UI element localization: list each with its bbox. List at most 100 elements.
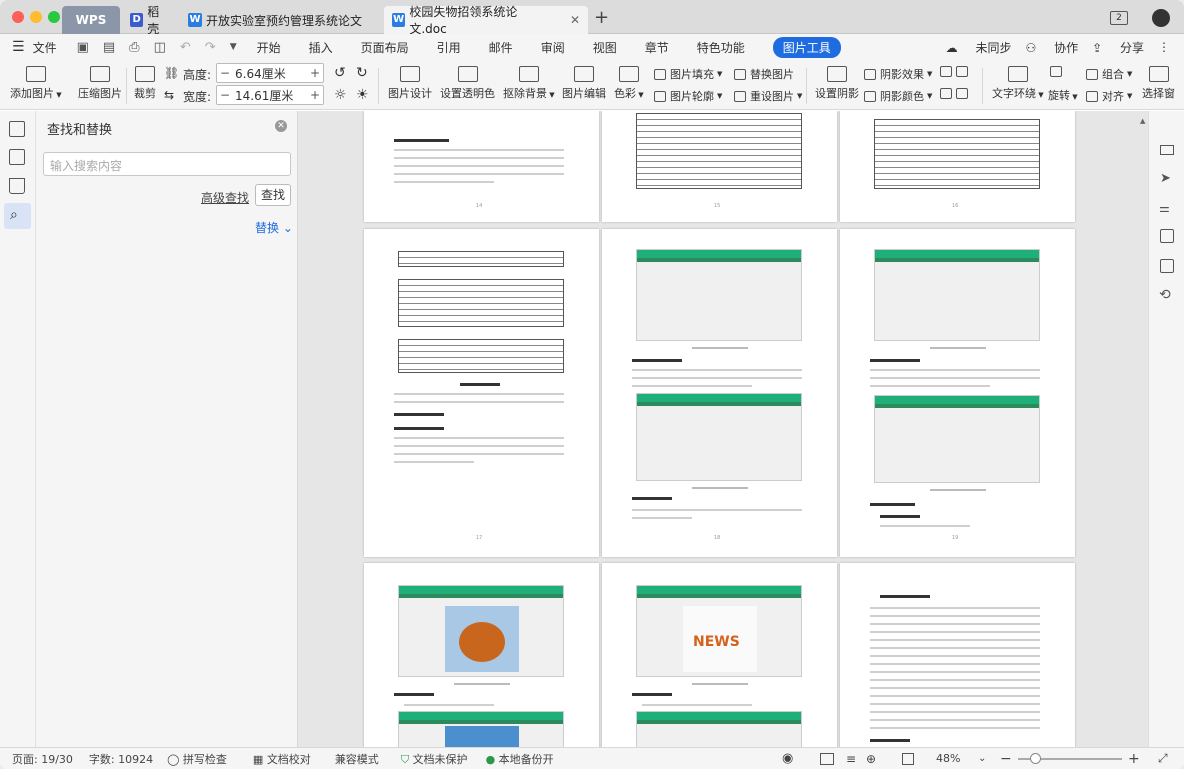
cursor-icon[interactable]: ➤ (1160, 171, 1171, 186)
tab-doc1[interactable]: W 开放实验室预约管理系统论文 (180, 6, 376, 34)
print-preview-icon[interactable]: ◫ (154, 40, 166, 55)
hamburger-icon[interactable]: ☰ (12, 39, 25, 55)
bookmark-icon[interactable] (9, 178, 25, 194)
screenshot-image[interactable] (398, 711, 564, 747)
set-transparent-button[interactable]: 设置透明色 (440, 66, 495, 101)
image-tools-icon[interactable] (1160, 259, 1174, 273)
minimize-window-button[interactable] (30, 11, 42, 23)
height-stepper[interactable]: −6.64厘米 + (216, 63, 324, 83)
page-view-icon[interactable] (820, 752, 834, 765)
width-minus-button[interactable]: − (217, 88, 233, 102)
lock-ratio-icon[interactable]: ⛓ (164, 66, 179, 80)
contrast-icon[interactable]: ☀ (356, 87, 369, 103)
screenshot-image[interactable] (398, 585, 564, 677)
image-panel-icon[interactable] (1160, 229, 1174, 243)
eye-icon[interactable]: ◉ (782, 751, 793, 766)
menu-file[interactable]: 文件 (33, 39, 57, 56)
close-window-button[interactable] (12, 11, 24, 23)
fit-page-icon[interactable] (902, 752, 914, 765)
avatar[interactable] (1152, 9, 1170, 27)
backup-status[interactable]: ● 本地备份开 (486, 751, 554, 767)
menu-references[interactable]: 引用 (437, 39, 461, 56)
undo-icon[interactable]: ↶ (180, 40, 191, 55)
page-count[interactable]: 页面: 19/30 (12, 751, 73, 767)
replace-image-button[interactable]: 替换图片 (734, 66, 794, 82)
close-icon[interactable]: ✕ (275, 120, 287, 132)
outline-view-icon[interactable]: ≡ (846, 752, 856, 766)
menu-features[interactable]: 特色功能 (697, 39, 745, 56)
zoom-slider-handle[interactable] (1030, 753, 1041, 764)
screenshot-image[interactable] (874, 249, 1040, 341)
tab-close-icon[interactable]: ✕ (570, 13, 580, 27)
brightness-icon[interactable]: ☼ (334, 87, 347, 103)
search-nav-button[interactable]: ⌕ (4, 203, 31, 229)
sync-status[interactable]: ☁ 未同步 (946, 39, 1012, 56)
zoom-out-button[interactable]: − (1000, 751, 1012, 767)
menu-home[interactable]: 开始 (257, 39, 281, 56)
tab-wps[interactable]: WPS (62, 6, 120, 34)
shadow-nudge-down-icon[interactable] (940, 88, 972, 99)
zoom-in-button[interactable]: + (1128, 751, 1140, 767)
redo-icon[interactable]: ↷ (205, 40, 216, 55)
image-outline-button[interactable]: 图片轮廓 ▼ (654, 88, 722, 104)
rotate-right-icon[interactable]: ↻ (356, 65, 368, 81)
crop-button[interactable]: 裁剪 (134, 66, 156, 101)
quick-access-dropdown-icon[interactable]: ▼ (230, 42, 237, 52)
bring-forward-icon[interactable] (1050, 66, 1066, 77)
height-minus-button[interactable]: − (217, 66, 233, 80)
tab-doc2[interactable]: W 校园失物招领系统论文.doc ✕ (384, 5, 588, 36)
web-view-icon[interactable]: ⊕ (866, 752, 876, 766)
shadow-color-button[interactable]: 阴影颜色 ▼ (864, 88, 932, 104)
save-icon[interactable]: ▣ (77, 40, 89, 55)
screenshot-image[interactable]: NEWS (636, 585, 802, 677)
shadow-effect-button[interactable]: 阴影效果 ▼ (864, 66, 932, 82)
spell-check-toggle[interactable]: ◯ 拼写检查 (167, 751, 227, 767)
fullscreen-icon[interactable]: ⤢ (1158, 751, 1168, 766)
selection-pane-button[interactable]: 选择窗 (1142, 66, 1175, 101)
remove-background-button[interactable]: 抠除背景 ▼ (503, 66, 555, 101)
find-button[interactable]: 查找 (255, 184, 291, 206)
replace-toggle[interactable]: 替换 ⌄ (255, 219, 293, 236)
history-icon[interactable]: ⟲ (1159, 287, 1171, 303)
menu-layout[interactable]: 页面布局 (361, 39, 409, 56)
vertical-scrollbar[interactable]: ▲ (1138, 111, 1148, 747)
image-edit-button[interactable]: 图片编辑 (562, 66, 606, 101)
share-button[interactable]: ⇪ 分享 (1092, 39, 1144, 56)
reset-size-icon[interactable]: ⇆ (164, 88, 174, 102)
advanced-find-link[interactable]: 高级查找 (201, 189, 249, 206)
doc-protect-status[interactable]: ⛉ 文档未保护 (401, 751, 468, 767)
edit-pen-icon[interactable] (1160, 145, 1174, 155)
new-tab-button[interactable]: + (594, 7, 609, 28)
menu-view[interactable]: 视图 (593, 39, 617, 56)
print-icon[interactable]: ⎙ (129, 40, 139, 55)
width-stepper[interactable]: −14.61厘米 + (216, 85, 324, 105)
set-shadow-button[interactable]: 设置阴影 (815, 66, 859, 101)
screenshot-image[interactable] (636, 249, 802, 341)
menu-review[interactable]: 审阅 (541, 39, 565, 56)
text-wrap-button[interactable]: 文字环绕 ▼ (992, 66, 1044, 101)
menu-insert[interactable]: 插入 (309, 39, 333, 56)
document-icon[interactable] (9, 121, 25, 137)
screenshot-image[interactable] (636, 711, 802, 747)
collab-button[interactable]: ⚇ 协作 (1026, 39, 1079, 56)
shadow-nudge-up-icon[interactable] (940, 66, 972, 77)
height-plus-button[interactable]: + (307, 66, 323, 80)
image-fill-button[interactable]: 图片填充 ▼ (654, 66, 722, 82)
scroll-up-icon[interactable]: ▲ (1140, 117, 1145, 125)
color-button[interactable]: 色彩 ▼ (614, 66, 644, 101)
menu-chapter[interactable]: 章节 (645, 39, 669, 56)
more-icon[interactable]: ⋮ (1158, 40, 1170, 54)
settings-sliders-icon[interactable]: ⚌ (1159, 201, 1170, 215)
search-input[interactable]: 输入搜索内容 (43, 152, 291, 176)
menu-picture-tools[interactable]: 图片工具 (772, 36, 841, 58)
zoom-level[interactable]: 48% (936, 752, 960, 765)
word-count[interactable]: 字数: 10924 (89, 751, 153, 767)
screenshot-image[interactable] (636, 393, 802, 481)
rotate-button[interactable]: 旋转 ▼ (1048, 87, 1078, 103)
reset-image-button[interactable]: 重设图片 ▼ (734, 88, 802, 104)
image-design-button[interactable]: 图片设计 (388, 66, 432, 101)
align-button[interactable]: 对齐 ▼ (1086, 88, 1132, 104)
group-button[interactable]: 组合 ▼ (1086, 66, 1132, 82)
window-count-icon[interactable]: 2 (1110, 11, 1128, 25)
rotate-left-icon[interactable]: ↺ (334, 65, 346, 81)
